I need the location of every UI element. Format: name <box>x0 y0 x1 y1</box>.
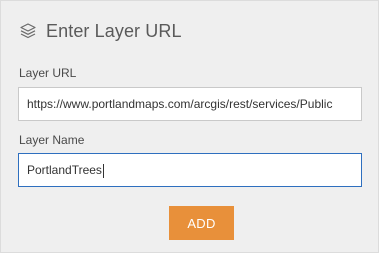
add-layer-panel: Enter Layer URL Layer URL https://www.po… <box>0 0 379 253</box>
layer-url-input[interactable]: https://www.portlandmaps.com/arcgis/rest… <box>18 87 362 121</box>
text-cursor <box>102 163 104 178</box>
layers-icon <box>19 22 37 40</box>
panel-title: Enter Layer URL <box>46 20 182 41</box>
layer-name-input[interactable]: PortlandTrees <box>18 153 362 187</box>
layer-name-value: PortlandTrees <box>27 163 102 177</box>
layer-name-label: Layer Name <box>19 133 85 147</box>
panel-header: Enter Layer URL <box>19 19 182 43</box>
layer-url-label: Layer URL <box>19 66 77 80</box>
add-button[interactable]: ADD <box>169 206 234 240</box>
layer-url-value: https://www.portlandmaps.com/arcgis/rest… <box>27 97 333 111</box>
